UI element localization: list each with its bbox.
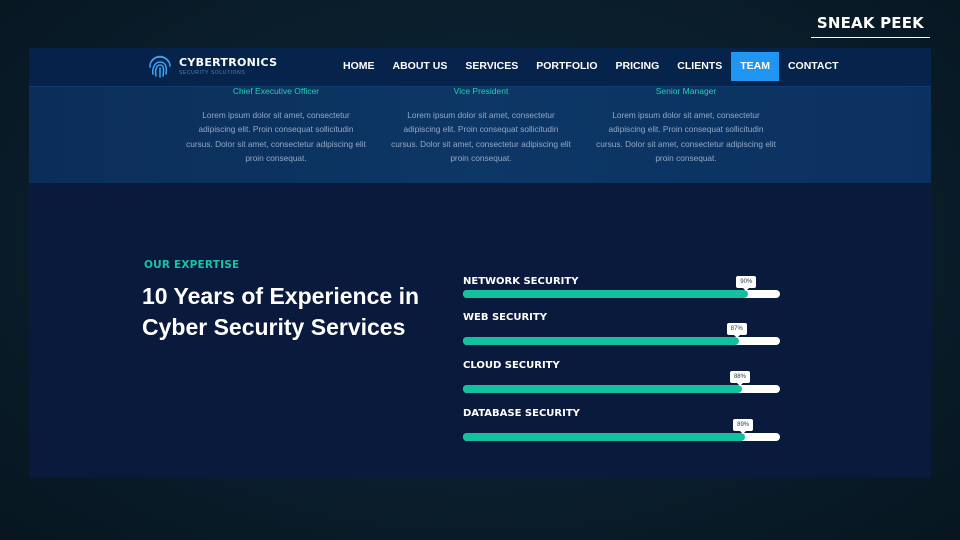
member-bio: Lorem ipsum dolor sit amet, consectetur …	[391, 110, 571, 163]
fingerprint-icon	[146, 52, 174, 80]
progress-track: 88%	[463, 371, 780, 393]
nav-item-clients[interactable]: CLIENTS	[668, 52, 731, 81]
progress-track: 87%	[463, 323, 780, 345]
sneak-peek-badge: SNEAK PEEK	[810, 14, 930, 38]
member-role: Vice President	[453, 86, 509, 96]
percent-tooltip: 88%	[729, 371, 750, 386]
team-member-card: Chief Executive Officer Lorem ipsum dolo…	[186, 86, 366, 165]
nav-item-pricing[interactable]: PRICING	[607, 52, 669, 81]
percent-tooltip: 89%	[733, 419, 754, 434]
nav-item-home[interactable]: HOME	[334, 52, 384, 81]
section-headline: 10 Years of Experience in Cyber Security…	[142, 283, 420, 340]
nav-menu: HOME ABOUT US SERVICES PORTFOLIO PRICING…	[334, 52, 848, 81]
skill-name: CLOUD SECURITY	[463, 360, 560, 371]
site-logo[interactable]: CYBERTRONICS SECURITY SOLUTIONS	[146, 52, 277, 80]
logo-tagline: SECURITY SOLUTIONS	[179, 70, 246, 76]
skill-bar-database-security: DATABASE SECURITY 89%	[463, 408, 780, 448]
nav-item-services[interactable]: SERVICES	[456, 52, 527, 81]
section-eyebrow: OUR EXPERTISE	[144, 259, 240, 271]
member-bio: Lorem ipsum dolor sit amet, consectetur …	[596, 110, 776, 163]
team-member-card: Senior Manager Lorem ipsum dolor sit ame…	[596, 86, 776, 165]
progress-track: 90%	[463, 276, 780, 298]
member-role: Senior Manager	[655, 86, 717, 96]
member-bio: Lorem ipsum dolor sit amet, consectetur …	[186, 110, 366, 163]
nav-item-team[interactable]: TEAM	[731, 52, 779, 81]
main-navbar: CYBERTRONICS SECURITY SOLUTIONS HOME ABO…	[29, 48, 931, 87]
skill-bar-web-security: WEB SECURITY 87%	[463, 312, 780, 352]
percent-tooltip: 90%	[736, 276, 757, 291]
progress-fill	[463, 290, 749, 298]
skill-name: DATABASE SECURITY	[463, 408, 580, 419]
logo-name: CYBERTRONICS	[179, 56, 278, 69]
progress-fill	[463, 385, 742, 393]
website-preview: Chief Executive Officer Lorem ipsum dolo…	[29, 48, 931, 477]
skill-bar-network-security: NETWORK SECURITY 90%	[463, 276, 780, 316]
progress-fill	[463, 433, 746, 441]
nav-item-contact[interactable]: CONTACT	[779, 52, 848, 81]
progress-fill	[463, 337, 739, 345]
skill-name: WEB SECURITY	[463, 312, 547, 323]
nav-item-about-us[interactable]: ABOUT US	[384, 52, 457, 81]
member-role: Chief Executive Officer	[232, 86, 320, 96]
nav-item-portfolio[interactable]: PORTFOLIO	[527, 52, 606, 81]
skill-name: NETWORK SECURITY	[463, 276, 579, 287]
skill-bar-cloud-security: CLOUD SECURITY 88%	[463, 360, 780, 400]
progress-track: 89%	[463, 419, 780, 441]
percent-tooltip: 87%	[726, 323, 747, 338]
team-member-card: Vice President Lorem ipsum dolor sit ame…	[391, 86, 571, 165]
